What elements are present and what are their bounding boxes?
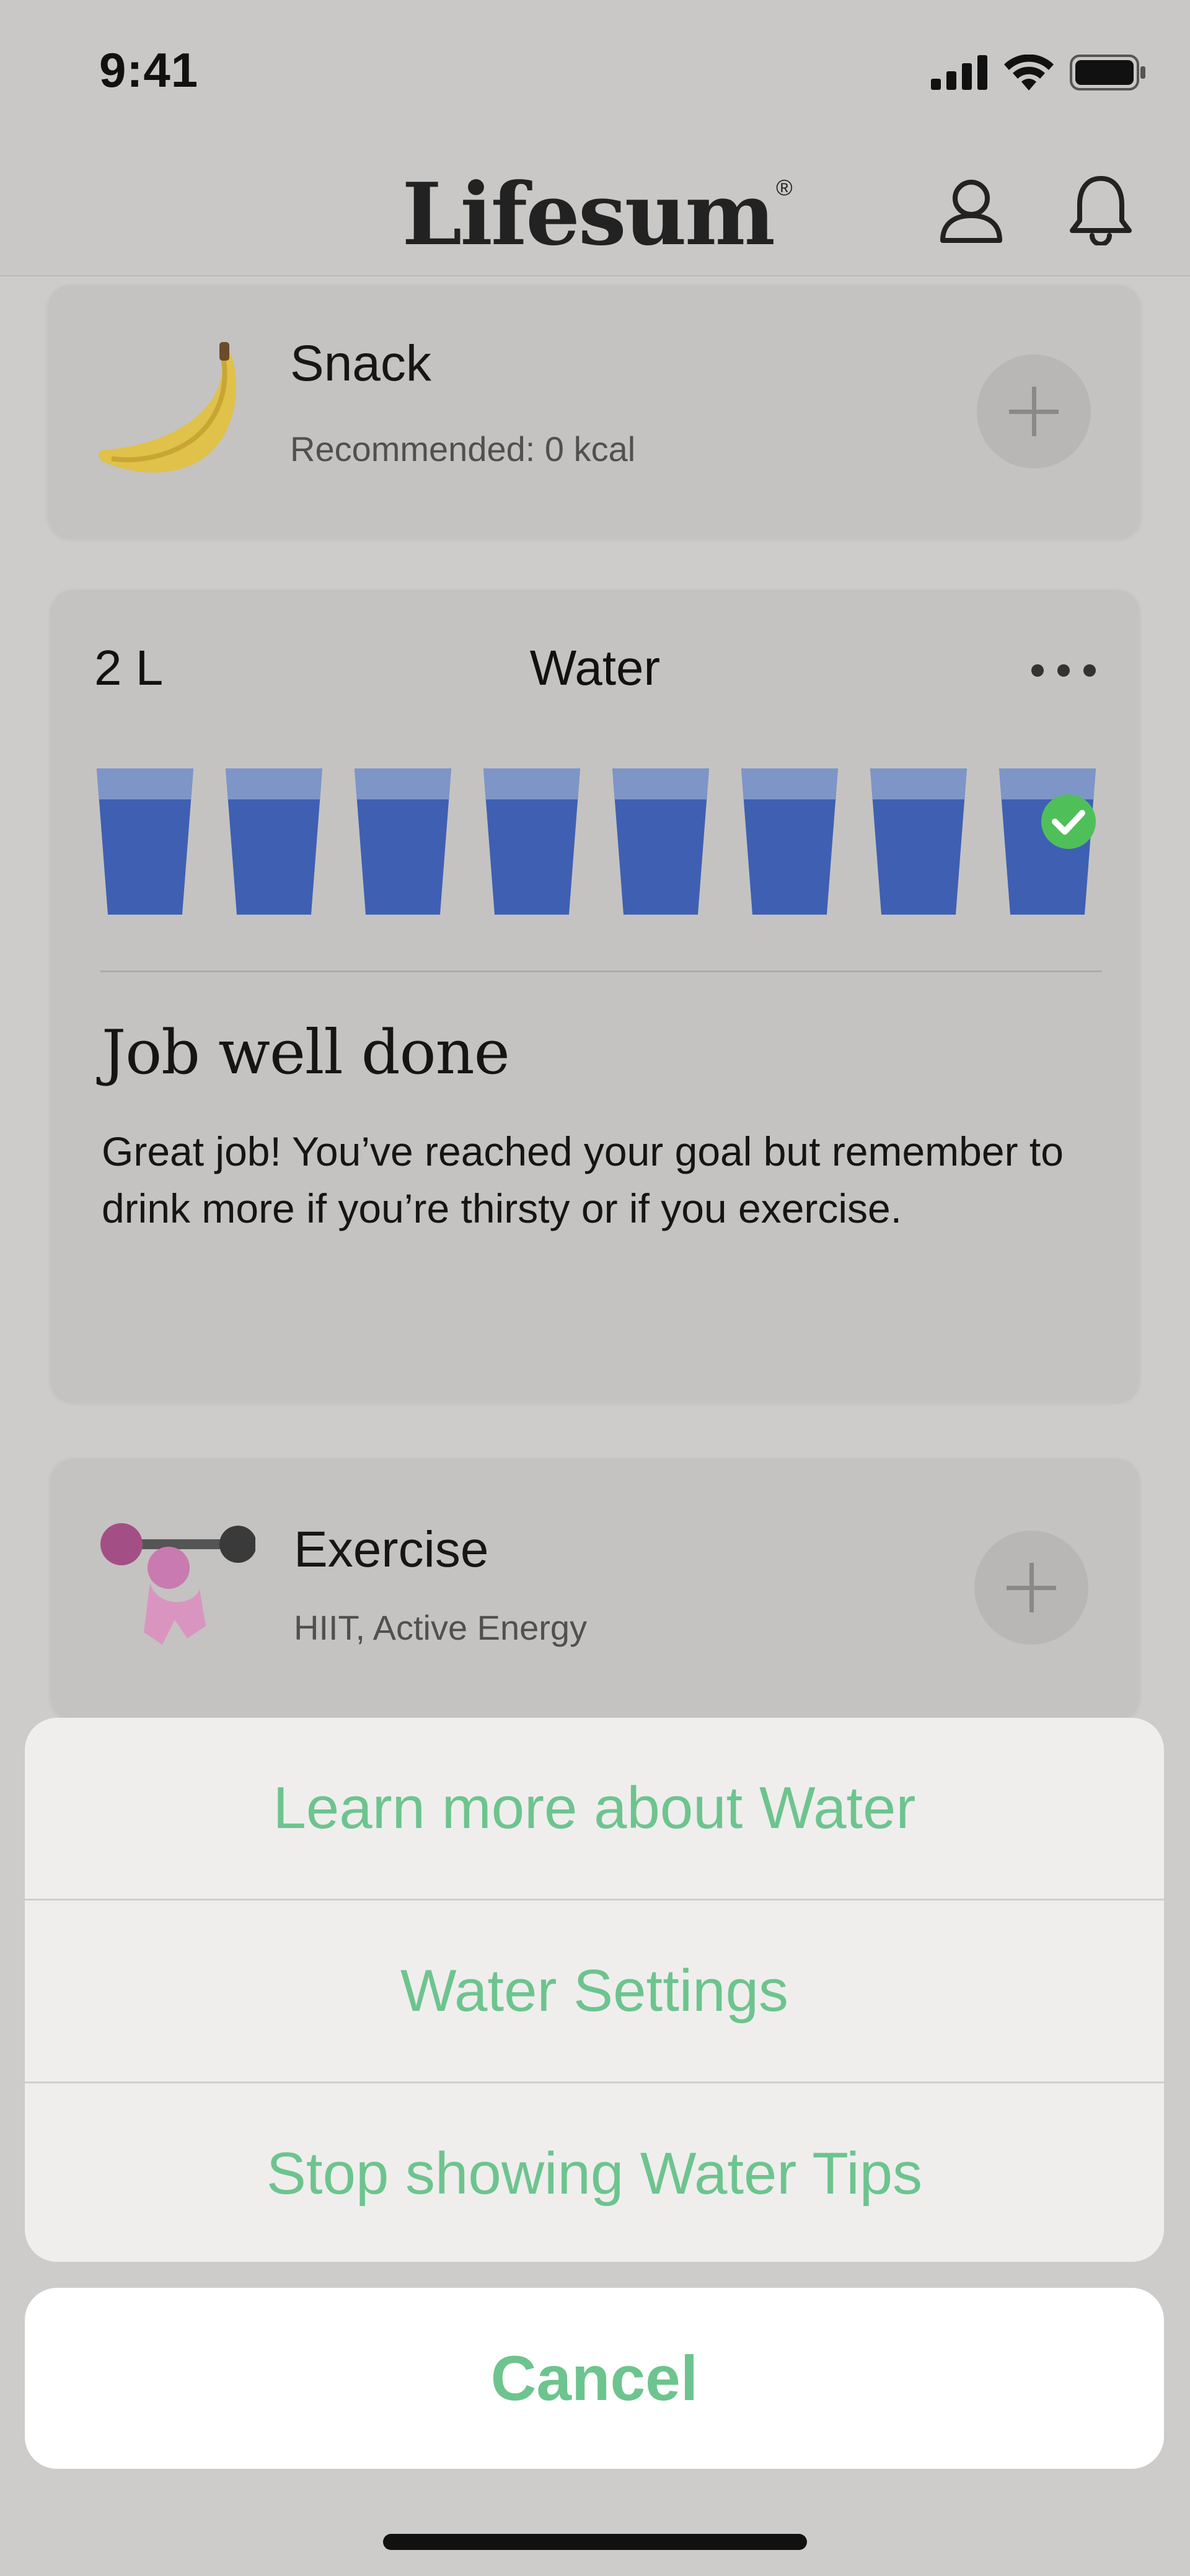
water-glass-icon[interactable] [355, 768, 451, 915]
more-options-icon[interactable] [1031, 664, 1096, 677]
logo-text: Lifesum [402, 164, 775, 265]
app-logo: Lifesum ® [0, 164, 1190, 265]
snack-title: Snack [290, 335, 431, 392]
logo-registered-mark: ® [776, 175, 792, 200]
banana-icon [99, 342, 237, 473]
water-glass-icon[interactable] [870, 768, 967, 915]
status-bar: 9:41 [0, 0, 1190, 143]
snack-card[interactable]: Snack Recommended: 0 kcal [48, 285, 1140, 538]
action-sheet: Learn more about Water Water Settings St… [25, 1718, 1164, 2262]
water-settings-button[interactable]: Water Settings [25, 1901, 1164, 2083]
water-glass-icon[interactable] [483, 768, 580, 915]
home-indicator[interactable] [383, 2534, 807, 2550]
exercise-weightlifter-icon [100, 1523, 255, 1645]
check-icon [1041, 794, 1096, 849]
divider [100, 970, 1102, 972]
water-glass-icon[interactable] [226, 768, 322, 915]
status-icons [931, 55, 1147, 90]
cellular-signal-icon [931, 55, 987, 90]
water-glass-icon[interactable] [741, 768, 838, 915]
notification-bell-icon[interactable] [1064, 171, 1138, 245]
wifi-icon [1004, 55, 1054, 90]
learn-more-water-button[interactable]: Learn more about Water [25, 1718, 1164, 1901]
water-glasses [97, 768, 1096, 915]
exercise-title: Exercise [294, 1521, 489, 1578]
add-snack-button[interactable] [977, 354, 1091, 468]
battery-icon [1070, 55, 1145, 90]
water-glass-icon[interactable] [97, 768, 193, 915]
exercise-subtitle: HIIT, Active Energy [294, 1608, 588, 1647]
water-glass-icon[interactable] [999, 768, 1096, 915]
nav-bar: Lifesum ® [0, 143, 1190, 276]
profile-icon[interactable] [934, 171, 1008, 245]
water-card: 2 L Water Job well done Great job! You’v… [51, 590, 1139, 1402]
cancel-button[interactable]: Cancel [25, 2288, 1164, 2469]
exercise-card[interactable]: Exercise HIIT, Active Energy [51, 1459, 1139, 1719]
water-title: Water [529, 640, 661, 695]
tip-body: Great job! You’ve reached your goal but … [102, 1128, 1064, 1231]
add-exercise-button[interactable] [974, 1531, 1088, 1645]
status-time: 9:41 [99, 43, 199, 97]
snack-subtitle: Recommended: 0 kcal [290, 429, 636, 468]
tip-title: Job well done [102, 1018, 510, 1088]
stop-water-tips-button[interactable]: Stop showing Water Tips [25, 2083, 1164, 2262]
water-glass-icon[interactable] [612, 768, 709, 915]
